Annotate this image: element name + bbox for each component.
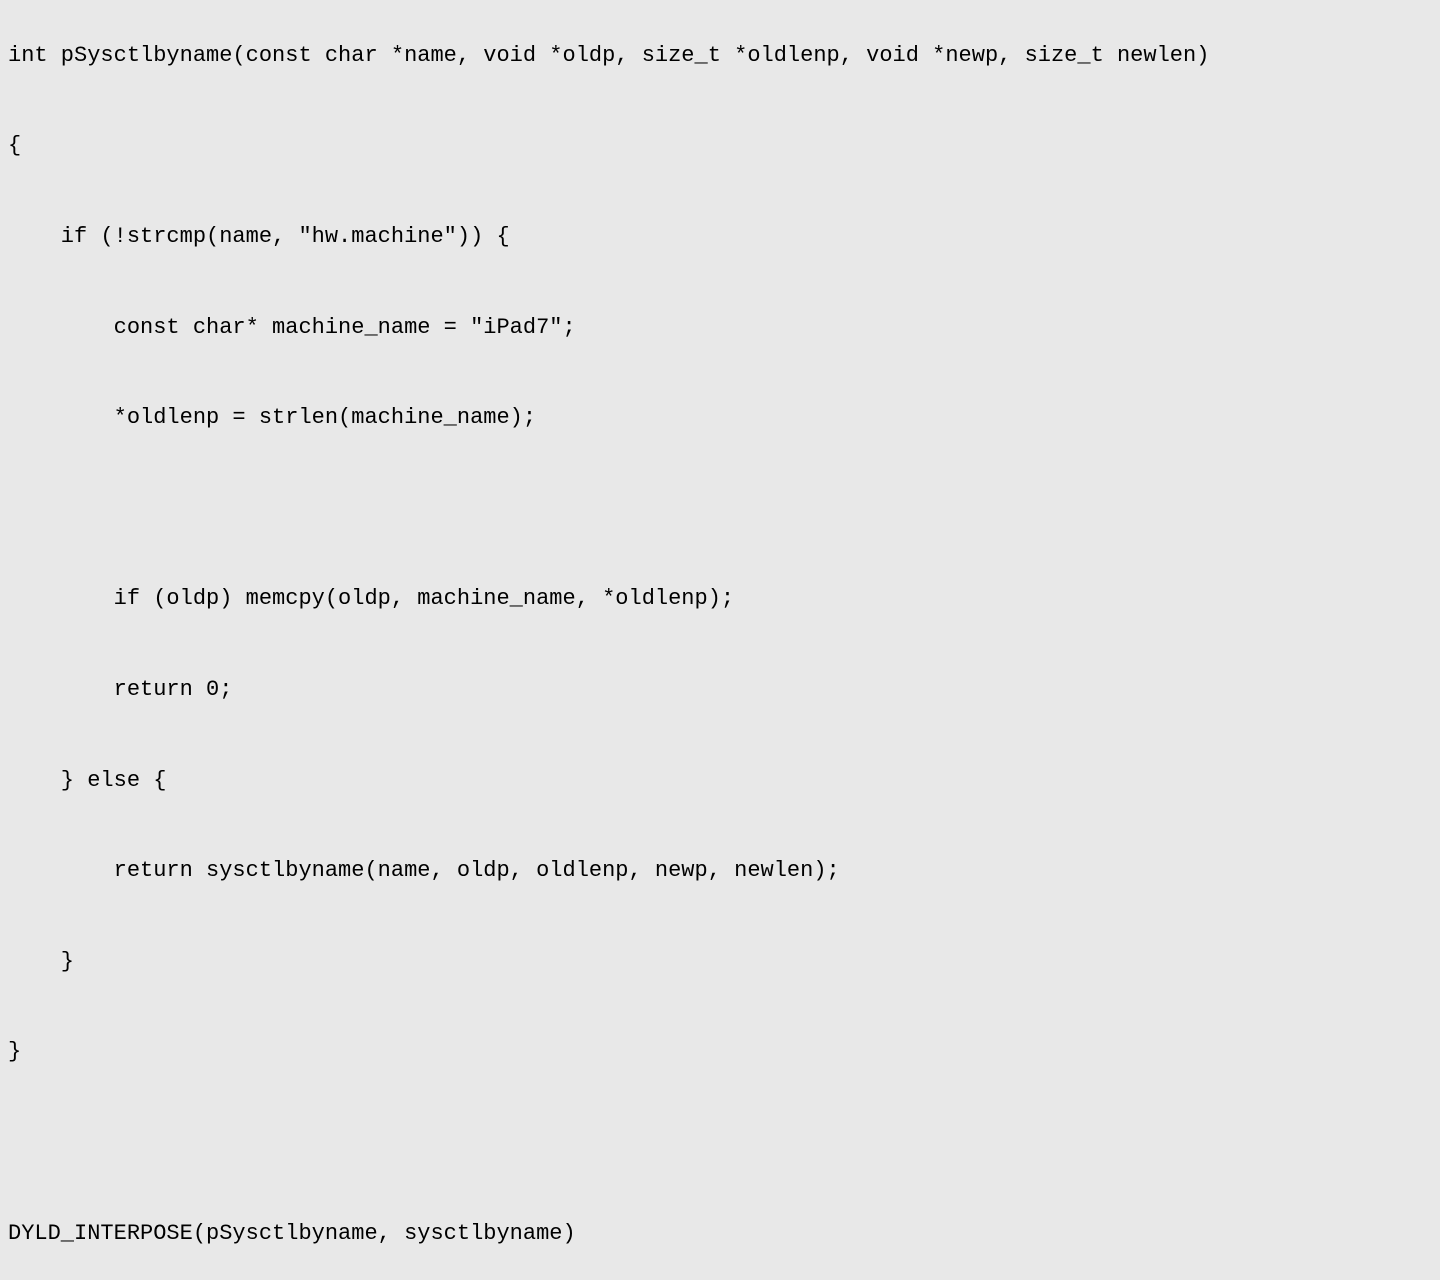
code-line: if (!strcmp(name, "hw.machine")) { <box>8 222 1432 253</box>
code-line: if (oldp) memcpy(oldp, machine_name, *ol… <box>8 584 1432 615</box>
code-line: const char* machine_name = "iPad7"; <box>8 313 1432 344</box>
code-line: { <box>8 131 1432 162</box>
code-line: return 0; <box>8 675 1432 706</box>
code-line: int pSysctlbyname(const char *name, void… <box>8 41 1432 72</box>
code-line: } else { <box>8 766 1432 797</box>
code-line: } <box>8 1037 1432 1068</box>
code-line: } <box>8 947 1432 978</box>
code-line: DYLD_INTERPOSE(pSysctlbyname, sysctlbyna… <box>8 1219 1432 1250</box>
code-line: return sysctlbyname(name, oldp, oldlenp,… <box>8 856 1432 887</box>
code-block: int pSysctlbyname(const char *name, void… <box>8 10 1432 1280</box>
code-line: *oldlenp = strlen(machine_name); <box>8 403 1432 434</box>
code-line <box>8 1128 1432 1159</box>
code-line <box>8 494 1432 525</box>
